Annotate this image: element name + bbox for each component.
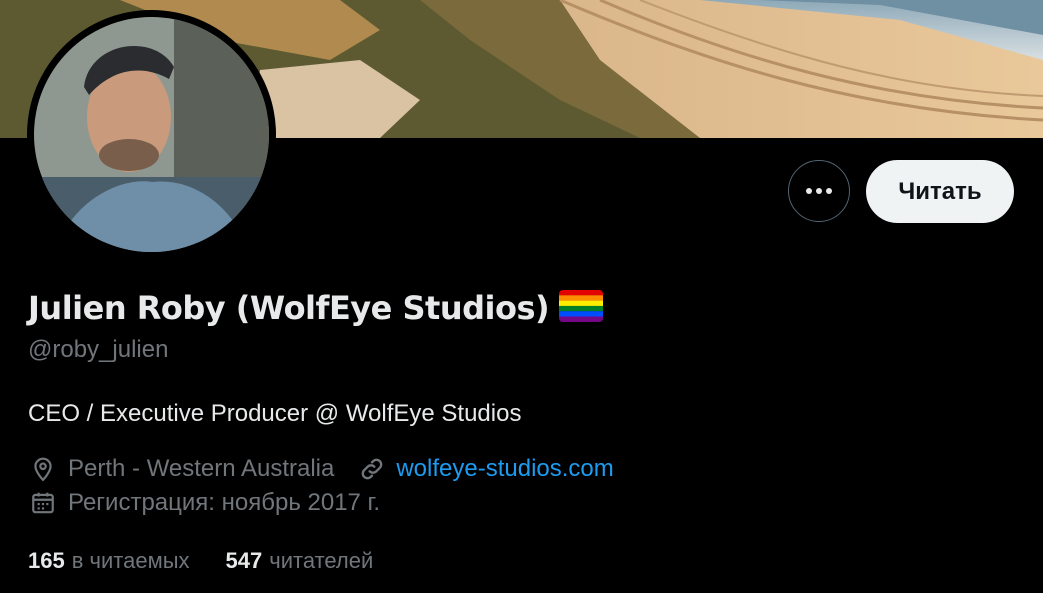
following-stat[interactable]: 165 в читаемых bbox=[28, 548, 190, 574]
avatar[interactable] bbox=[27, 10, 276, 259]
follow-button[interactable]: Читать bbox=[866, 160, 1014, 223]
following-label: в читаемых bbox=[71, 548, 190, 573]
following-count: 165 bbox=[28, 548, 65, 573]
profile-joined-row: Регистрация: ноябрь 2017 г. bbox=[30, 489, 380, 517]
followers-stat[interactable]: 547 читателей bbox=[226, 548, 374, 574]
user-handle: @roby_julien bbox=[28, 336, 169, 363]
display-name-row: Julien Roby (WolfEye Studios) bbox=[28, 286, 604, 330]
profile-bio: CEO / Executive Producer @ WolfEye Studi… bbox=[28, 400, 522, 427]
followers-count: 547 bbox=[225, 548, 263, 573]
location-text: Perth - Western Australia bbox=[68, 455, 335, 482]
display-name: Julien Roby (WolfEye Studios) bbox=[28, 289, 550, 327]
calendar-icon bbox=[30, 490, 56, 516]
more-dots-icon bbox=[806, 188, 832, 194]
location-icon bbox=[30, 456, 56, 482]
joined-date-text: Регистрация: ноябрь 2017 г. bbox=[68, 489, 381, 516]
profile-stats: 165 в читаемых 547 читателей bbox=[28, 548, 409, 574]
avatar-photo bbox=[34, 17, 269, 252]
link-icon bbox=[358, 455, 386, 483]
profile-meta-row: Perth - Western Australia wolfeye-studio… bbox=[30, 455, 614, 483]
more-options-button[interactable] bbox=[788, 160, 850, 222]
followers-label: читателей bbox=[269, 548, 374, 573]
rainbow-flag-icon bbox=[559, 289, 604, 327]
website-link[interactable]: wolfeye-studios.com bbox=[396, 455, 613, 483]
